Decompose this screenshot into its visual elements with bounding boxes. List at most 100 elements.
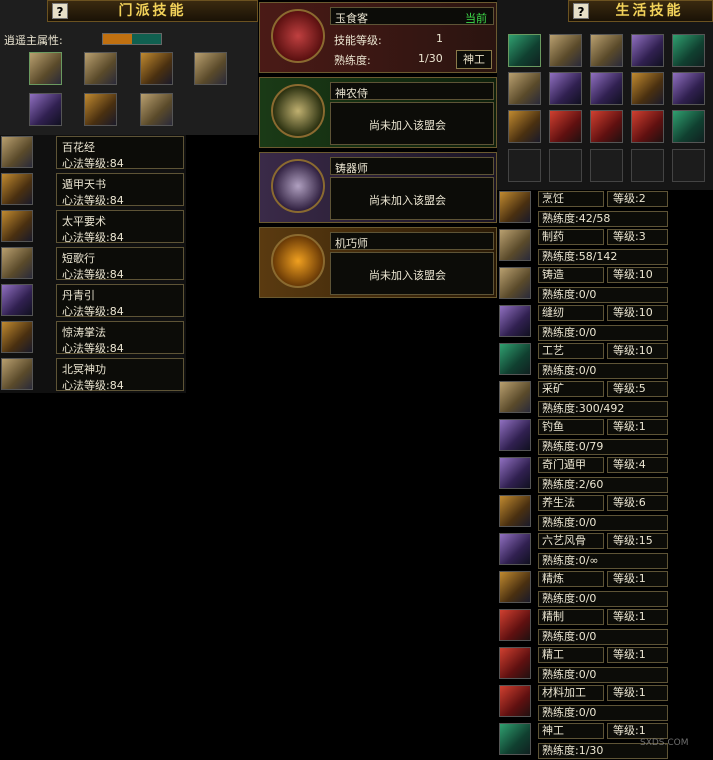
- empty-slot: [631, 149, 664, 182]
- life-skill-proficiency: 熟练度:300/492: [538, 401, 668, 417]
- shengong-button[interactable]: 神工: [456, 50, 492, 69]
- life-skill-row-icon: [499, 419, 531, 451]
- life-skill-level: 等级:5: [607, 381, 668, 397]
- life-skill-level: 等级:10: [607, 305, 668, 321]
- life-skill-icon[interactable]: [631, 110, 664, 143]
- sect-book-icon[interactable]: [140, 93, 173, 126]
- life-skill-level: 等级:10: [607, 267, 668, 283]
- forge-emblem-icon: [271, 159, 325, 213]
- life-skill-name: 烹饪: [538, 191, 604, 207]
- profession-panel[interactable]: 神农侍 尚未加入该盟会: [259, 77, 497, 148]
- life-skill-icon[interactable]: [549, 72, 582, 105]
- life-skill-row-icon: [499, 343, 531, 375]
- life-skill-level: 等级:1: [607, 571, 668, 587]
- life-skill-row-icon: [499, 457, 531, 489]
- not-joined-message: 尚未加入该盟会: [369, 194, 446, 207]
- attr-element-icons: [102, 33, 162, 45]
- life-skill-proficiency: 熟练度:42/58: [538, 211, 668, 227]
- sect-book-icon[interactable]: [140, 52, 173, 85]
- life-skill-level: 等级:1: [607, 419, 668, 435]
- life-skill-row-icon: [499, 191, 531, 223]
- life-skill-proficiency: 熟练度:0/0: [538, 363, 668, 379]
- skill-level-value: 1: [436, 32, 443, 45]
- prof-name-box: 铸器师: [330, 157, 494, 175]
- life-skill-name: 精制: [538, 609, 604, 625]
- life-skill-level: 等级:1: [607, 647, 668, 663]
- skill-name: 百花经: [62, 141, 95, 154]
- profession-panel-current[interactable]: 玉食客 当前 技能等级: 1 熟练度: 1/30 神工: [259, 2, 497, 73]
- life-skill-icon[interactable]: [590, 72, 623, 105]
- life-skill-icon[interactable]: [631, 72, 664, 105]
- life-skill-icon[interactable]: [508, 110, 541, 143]
- life-skill-proficiency: 熟练度:58/142: [538, 249, 668, 265]
- prof-name: 机巧师: [335, 237, 368, 250]
- skill-name: 太平要术: [62, 215, 106, 228]
- life-skill-proficiency: 熟练度:0/0: [538, 629, 668, 645]
- life-skill-icon[interactable]: [590, 34, 623, 67]
- sect-book-icon[interactable]: [84, 93, 117, 126]
- skill-info-box: 太平要术 心法等级:84: [56, 210, 184, 244]
- life-skill-proficiency: 熟练度:0/0: [538, 287, 668, 303]
- life-skill-icon[interactable]: [672, 34, 705, 67]
- life-skill-row-icon: [499, 647, 531, 679]
- sect-skills-titlebar: ? 门派技能: [47, 0, 258, 22]
- life-skill-proficiency: 熟练度:0/0: [538, 591, 668, 607]
- life-skill-icon[interactable]: [549, 110, 582, 143]
- life-skill-level: 等级:6: [607, 495, 668, 511]
- prof-name-box: 神农侍: [330, 82, 494, 100]
- prof-message-box: 尚未加入该盟会: [330, 252, 494, 295]
- skill-level: 心法等级:84: [62, 194, 124, 207]
- skill-level: 心法等级:84: [62, 231, 124, 244]
- not-joined-message: 尚未加入该盟会: [369, 269, 446, 282]
- life-skill-row-icon: [499, 305, 531, 337]
- skill-info-box: 丹青引 心法等级:84: [56, 284, 184, 318]
- skill-level: 心法等级:84: [62, 157, 124, 170]
- life-skill-level: 等级:15: [607, 533, 668, 549]
- life-skill-icon[interactable]: [672, 110, 705, 143]
- life-skill-icon[interactable]: [508, 72, 541, 105]
- prof-message-box: 尚未加入该盟会: [330, 102, 494, 145]
- life-skill-level: 等级:3: [607, 229, 668, 245]
- mechanism-emblem-icon: [271, 234, 325, 288]
- empty-slot: [549, 149, 582, 182]
- prof-name-box: 机巧师: [330, 232, 494, 250]
- life-skill-row-icon: [499, 495, 531, 527]
- life-skill-level: 等级:4: [607, 457, 668, 473]
- current-badge: 当前: [465, 12, 487, 25]
- sect-book-icon[interactable]: [29, 93, 62, 126]
- skill-level-label: 技能等级:: [334, 34, 382, 47]
- life-skill-level: 等级:10: [607, 343, 668, 359]
- life-help-button[interactable]: ?: [573, 3, 589, 19]
- skill-book-icon: [1, 210, 33, 242]
- life-skill-name: 铸造: [538, 267, 604, 283]
- profession-panel[interactable]: 机巧师 尚未加入该盟会: [259, 227, 497, 298]
- life-skill-icon[interactable]: [549, 34, 582, 67]
- sect-book-icon[interactable]: [29, 52, 62, 85]
- life-skill-icon[interactable]: [590, 110, 623, 143]
- life-skill-name: 六艺风骨: [538, 533, 604, 549]
- life-skill-icon[interactable]: [508, 34, 541, 67]
- life-skill-icon[interactable]: [672, 72, 705, 105]
- sect-book-icon[interactable]: [84, 52, 117, 85]
- skill-name: 惊涛掌法: [62, 326, 106, 339]
- life-skill-row-icon: [499, 267, 531, 299]
- sect-book-icon[interactable]: [194, 52, 227, 85]
- attr-label: 逍遥主属性:: [4, 34, 63, 47]
- skill-book-icon: [1, 136, 33, 168]
- empty-slot: [590, 149, 623, 182]
- life-skill-name: 缝纫: [538, 305, 604, 321]
- proficiency-value: 1/30: [418, 52, 443, 65]
- profession-panel[interactable]: 铸器师 尚未加入该盟会: [259, 152, 497, 223]
- life-skill-proficiency: 熟练度:0/∞: [538, 553, 668, 569]
- life-skill-icon[interactable]: [631, 34, 664, 67]
- prof-name: 玉食客: [335, 12, 368, 25]
- life-skills-title: 生活技能: [615, 3, 684, 19]
- life-skill-level: 等级:1: [607, 609, 668, 625]
- life-skill-proficiency: 熟练度:0/0: [538, 667, 668, 683]
- dragon-emblem-icon: [271, 9, 325, 63]
- life-skill-name: 精炼: [538, 571, 604, 587]
- prof-name-box: 玉食客 当前: [330, 7, 494, 25]
- skill-book-icon: [1, 247, 33, 279]
- skill-level: 心法等级:84: [62, 305, 124, 318]
- sect-help-button[interactable]: ?: [52, 3, 68, 19]
